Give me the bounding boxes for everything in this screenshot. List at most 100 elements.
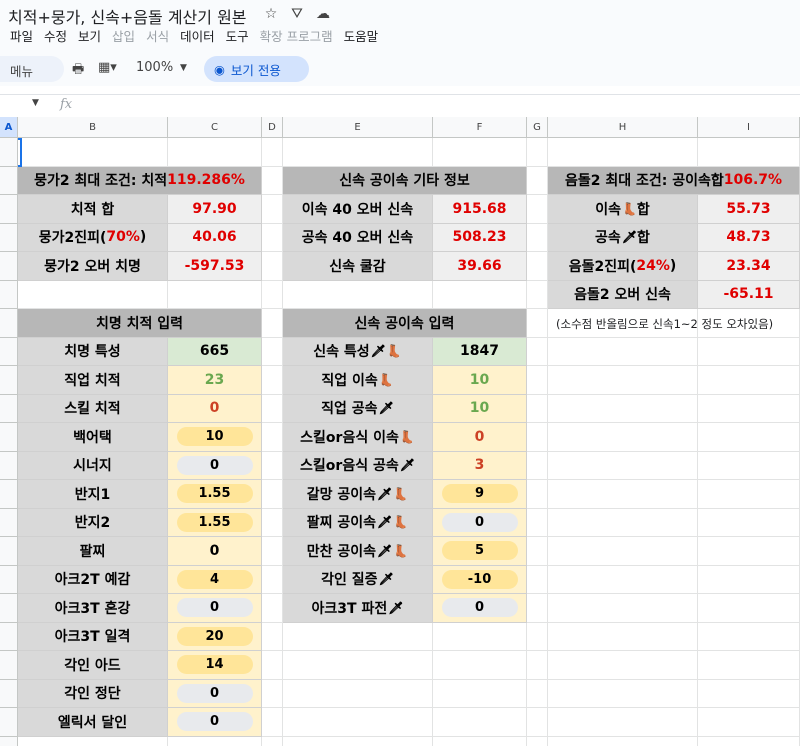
cell-text: 신속 특성	[313, 344, 370, 361]
menu-item-5[interactable]: 데이터	[180, 26, 215, 45]
cell-text: 만찬 공이속	[306, 543, 377, 560]
value-chip[interactable]: 4	[176, 569, 253, 589]
value-chip[interactable]: 5	[441, 541, 518, 561]
zoom-select[interactable]: 100%	[136, 60, 173, 75]
cell-text: 신속 공이속 기타 정보	[339, 173, 470, 190]
row-header[interactable]	[0, 223, 18, 252]
row-header[interactable]	[0, 708, 18, 737]
menu-item-6[interactable]: 도구	[226, 26, 249, 45]
column-header-D[interactable]: D	[262, 117, 283, 138]
value-chip[interactable]: 1.55	[176, 484, 253, 504]
cell-text: 합	[637, 230, 650, 247]
formula-bar: ▼ fx	[0, 94, 800, 116]
row-header[interactable]	[0, 651, 18, 680]
cloud-status-icon[interactable]: ☁	[314, 5, 332, 23]
value-chip[interactable]: 0	[176, 683, 253, 703]
star-icon[interactable]: ☆	[262, 5, 280, 23]
block3-value: 48.73	[698, 223, 800, 252]
cell-text: 음돌2 오버 신속	[574, 287, 671, 304]
block3-header-label: 음돌2 최대 조건: 공이속합	[564, 173, 724, 190]
boot-icon: 👢	[621, 201, 637, 216]
cell-text: 직업 이속	[321, 372, 378, 389]
value-chip[interactable]: 0	[176, 598, 253, 618]
block2-header: 신속 공이속 기타 정보	[283, 166, 527, 195]
row-header[interactable]	[0, 537, 18, 566]
row-header[interactable]	[0, 480, 18, 509]
column-header-B[interactable]: B	[18, 117, 168, 138]
row-header[interactable]	[0, 138, 18, 167]
value-chip[interactable]: 10	[176, 427, 253, 447]
input1-label: 시너지	[18, 451, 168, 480]
column-header-I[interactable]: I	[698, 117, 800, 138]
value-chip[interactable]: 9	[441, 484, 518, 504]
cell-text: 직업 공속	[321, 401, 378, 418]
view-only-button[interactable]: ◉ 보기 전용	[204, 56, 309, 82]
document-title[interactable]: 치적+뭉가, 신속+음돌 계산기 원본	[8, 4, 247, 28]
row-header[interactable]	[0, 366, 18, 395]
cell-text: 48.73	[726, 229, 771, 246]
column-header-E[interactable]: E	[283, 117, 433, 138]
value-chip[interactable]: 0	[441, 598, 518, 618]
zoom-chevron-icon[interactable]: ▼	[180, 63, 187, 73]
print-icon[interactable]: 🖶	[72, 60, 84, 82]
name-box-dropdown-icon[interactable]: ▼	[32, 98, 39, 108]
cell-text: 1847	[460, 343, 499, 360]
menu-item-7[interactable]: 확장 프로그램	[260, 26, 333, 45]
row-header[interactable]	[0, 565, 18, 594]
column-header-A[interactable]: A	[0, 117, 18, 138]
row-header[interactable]	[0, 679, 18, 708]
value-chip[interactable]: 20	[176, 626, 253, 646]
cell-text: 각인 아드	[64, 657, 121, 674]
column-header-H[interactable]: H	[548, 117, 698, 138]
menu-item-2[interactable]: 보기	[78, 26, 101, 45]
value-chip[interactable]: 0	[441, 512, 518, 532]
menu-search-button[interactable]: 메뉴	[0, 56, 64, 82]
row-header[interactable]	[0, 195, 18, 224]
value-chip[interactable]: 0	[176, 455, 253, 475]
selected-cell-A1[interactable]	[18, 138, 22, 167]
menu-item-4[interactable]: 서식	[146, 26, 169, 45]
block3-value: -65.11	[698, 280, 800, 309]
row-header[interactable]	[0, 309, 18, 338]
cell-text: 직업 치적	[64, 372, 121, 389]
block1-value: 40.06	[168, 223, 262, 252]
menu-item-8[interactable]: 도움말	[344, 26, 379, 45]
row-header[interactable]	[0, 252, 18, 281]
boot-icon: 👢	[378, 372, 394, 387]
row-header[interactable]	[0, 166, 18, 195]
row-header[interactable]	[0, 594, 18, 623]
input1-header: 치명 치적 입력	[18, 309, 262, 338]
value-chip[interactable]: 14	[176, 655, 253, 675]
value-chip[interactable]: -10	[441, 569, 518, 589]
format-icon[interactable]: ▦▾	[98, 60, 117, 75]
input2-label: 직업 공속 🗡	[283, 394, 433, 423]
column-header-C[interactable]: C	[168, 117, 262, 138]
column-header-F[interactable]: F	[433, 117, 527, 138]
row-header[interactable]	[0, 622, 18, 651]
row-header[interactable]	[0, 423, 18, 452]
row-header[interactable]	[0, 394, 18, 423]
value-chip[interactable]: 0	[176, 712, 253, 732]
menu-item-3[interactable]: 삽입	[112, 26, 135, 45]
dagger-icon: 🗡	[378, 572, 394, 587]
boot-icon: 👢	[399, 429, 415, 444]
column-header-G[interactable]: G	[527, 117, 548, 138]
input2-value: 0	[433, 508, 527, 537]
cell-text: 아크3T 혼강	[54, 600, 131, 617]
block3-header-value: 106.7%	[723, 172, 783, 189]
drive-move-icon[interactable]: ⛛	[288, 5, 306, 23]
cell-text: 신속 공이속 입력	[354, 315, 455, 332]
cell-text: 신속 쿨감	[329, 258, 386, 275]
row-header[interactable]	[0, 451, 18, 480]
input2-value: 0	[433, 423, 527, 452]
row-header[interactable]	[0, 508, 18, 537]
row-header[interactable]	[0, 736, 18, 746]
dagger-icon: 🗡	[377, 543, 393, 558]
value-chip[interactable]: 1.55	[176, 512, 253, 532]
menu-item-0[interactable]: 파일	[10, 26, 33, 45]
row-header[interactable]	[0, 280, 18, 309]
input2-value: 3	[433, 451, 527, 480]
spreadsheet-grid[interactable]: A B C D E F G H I 뭉가2 최대 조건: 치적 119.286% 치적 합 97.90…	[0, 117, 800, 746]
menu-item-1[interactable]: 수정	[44, 26, 67, 45]
row-header[interactable]	[0, 337, 18, 366]
